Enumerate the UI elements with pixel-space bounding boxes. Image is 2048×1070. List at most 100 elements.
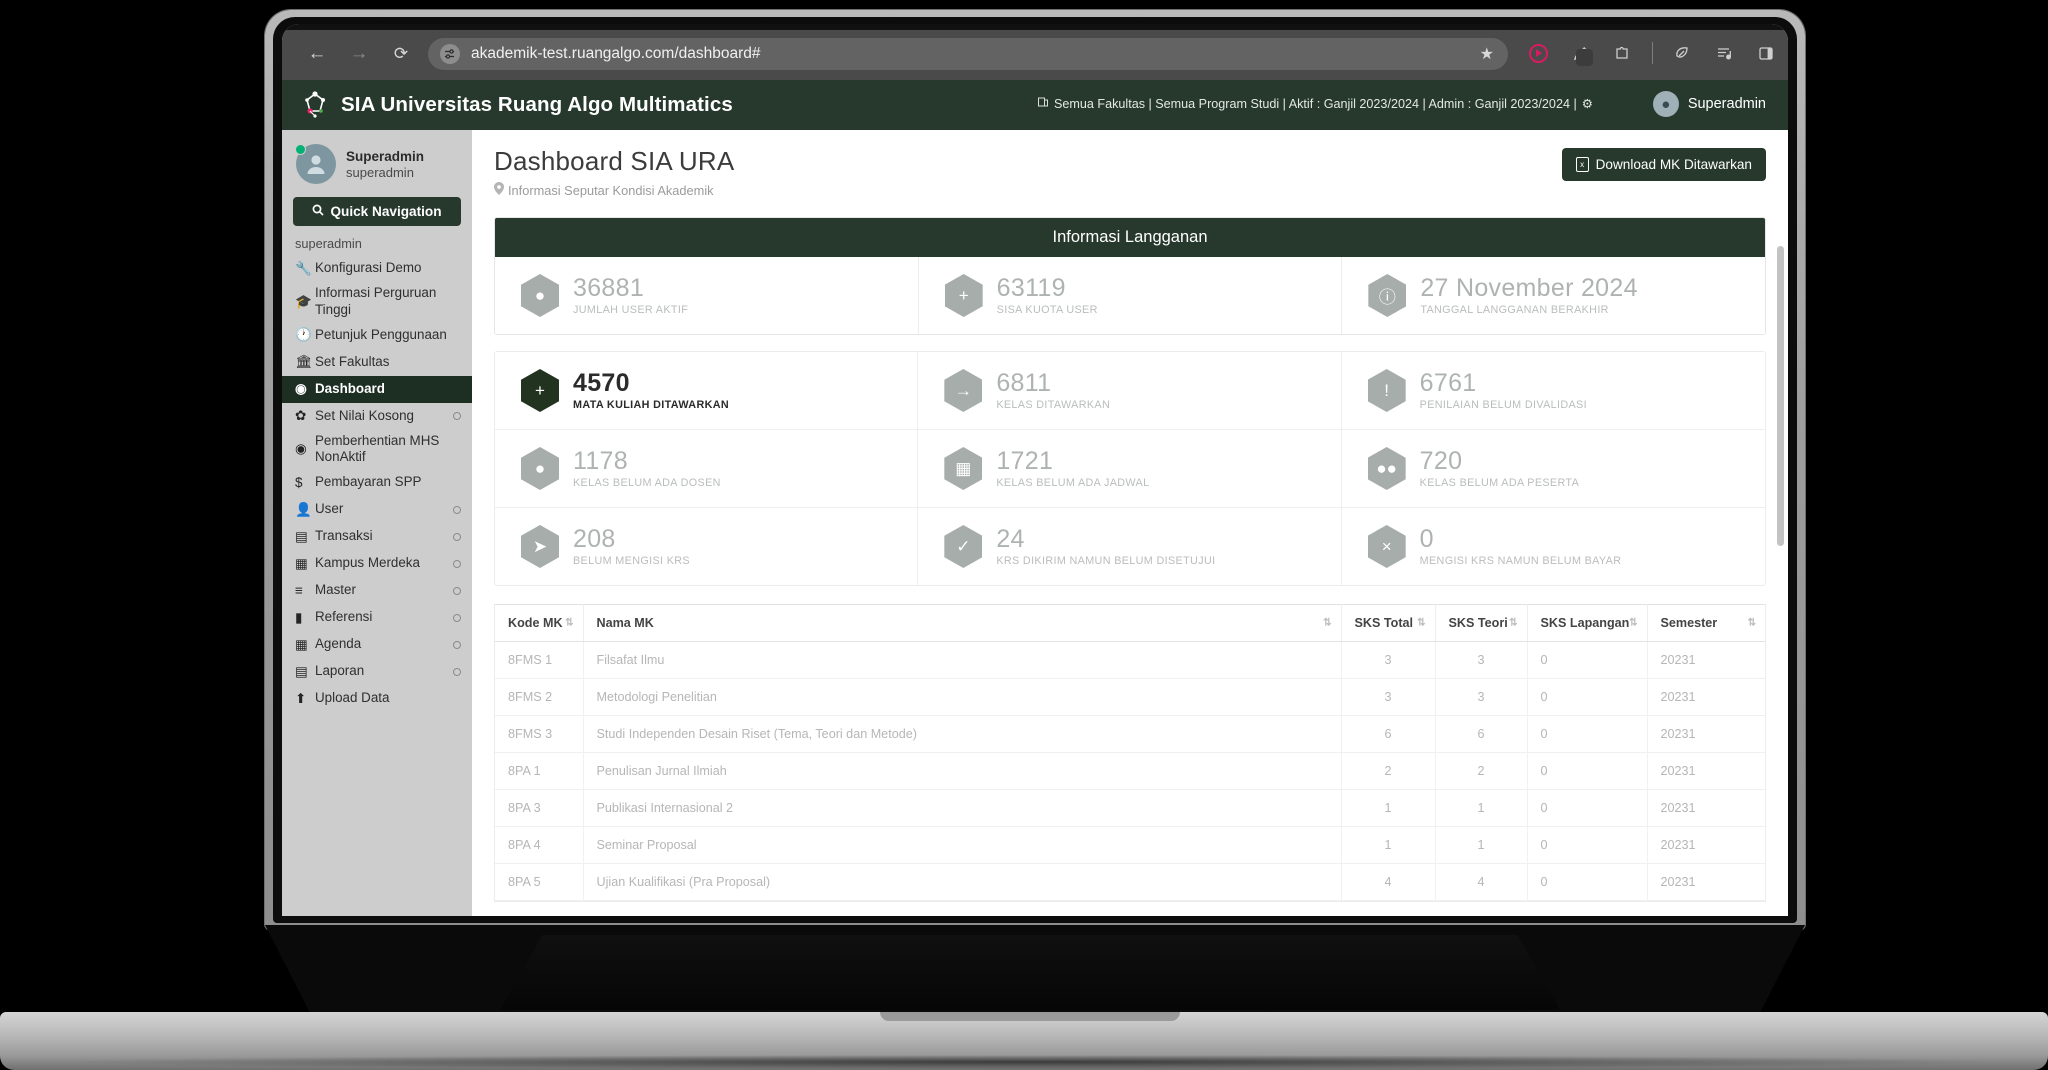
- side-panel-icon[interactable]: [1752, 39, 1780, 67]
- table-cell: 1: [1341, 789, 1436, 827]
- subscription-cell: +63119 SISA KUOTA USER: [919, 257, 1343, 334]
- table-row[interactable]: 8PA 3 Publikasi Internasional 2 1 1 0 20231: [495, 789, 1765, 827]
- sidebar-item-transaksi[interactable]: ▤ Transaksi: [282, 523, 472, 550]
- sidebar-item-agenda[interactable]: ▦ Agenda: [282, 631, 472, 658]
- leaf-icon[interactable]: [1668, 39, 1696, 67]
- reload-button[interactable]: ⟳: [386, 38, 416, 68]
- sidebar-item-konfigurasi-demo[interactable]: 🔧 Konfigurasi Demo: [282, 255, 472, 282]
- sidebar-item-label: Upload Data: [315, 690, 390, 706]
- upload-icon: ⬆: [295, 690, 307, 706]
- forward-button[interactable]: →: [344, 38, 374, 68]
- table-column-header[interactable]: SKS Lapangan ⇅: [1527, 604, 1648, 642]
- back-button[interactable]: ←: [302, 38, 332, 68]
- sort-arrows-icon[interactable]: ⇅: [1748, 618, 1756, 629]
- table-column-header[interactable]: Semester ⇅: [1647, 604, 1765, 642]
- sidebar-item-user[interactable]: 👤 User: [282, 496, 472, 523]
- main-scrollbar[interactable]: [1777, 246, 1784, 916]
- table-cell: 8PA 1: [495, 752, 584, 790]
- table-cell: Ujian Kualifikasi (Pra Proposal): [583, 863, 1342, 901]
- sort-arrows-icon[interactable]: ⇅: [1323, 618, 1331, 629]
- submenu-indicator-icon: [453, 559, 461, 568]
- table-row[interactable]: 8PA 1 Penulisan Jurnal Ilmiah 2 2 0 20231: [495, 752, 1765, 790]
- table-column-label: SKS Teori: [1448, 616, 1508, 630]
- sidebar-item-laporan[interactable]: ▤ Laporan: [282, 658, 472, 685]
- subscription-label: JUMLAH USER AKTIF: [573, 304, 689, 317]
- app-logo-icon: [300, 90, 330, 120]
- table-column-header[interactable]: SKS Teori ⇅: [1435, 604, 1528, 642]
- sidebar-item-kampus-merdeka[interactable]: ▦ Kampus Merdeka: [282, 550, 472, 577]
- table-cell: 6: [1341, 715, 1436, 753]
- table-cell: 2: [1435, 752, 1528, 790]
- table-cell: 6: [1435, 715, 1528, 753]
- table-cell: 0: [1527, 715, 1648, 753]
- table-row[interactable]: 8FMS 2 Metodologi Penelitian 3 3 0 20231: [495, 678, 1765, 716]
- playlist-icon[interactable]: [1710, 39, 1738, 67]
- table-cell: 0: [1527, 752, 1648, 790]
- sidebar-item-upload-data[interactable]: ⬆ Upload Data: [282, 685, 472, 712]
- sort-arrows-icon[interactable]: ⇅: [1509, 618, 1517, 629]
- file-icon: ▮: [295, 609, 303, 625]
- stat-value: 720: [1419, 446, 1463, 475]
- download-mk-button[interactable]: x Download MK Ditawarkan: [1561, 148, 1766, 181]
- report-icon: ▤: [295, 663, 308, 679]
- sidebar-item-pembayaran-spp[interactable]: $ Pembayaran SPP: [282, 469, 472, 496]
- gear-icon[interactable]: ⚙: [1582, 96, 1593, 111]
- sidebar-item-master[interactable]: ≡ Master: [282, 577, 472, 604]
- sort-arrows-icon[interactable]: ⇅: [1629, 618, 1637, 629]
- sidebar-section-label: superadmin: [295, 236, 362, 251]
- stat-card[interactable]: ▦ 1721 KELAS BELUM ADA JADWAL: [918, 430, 1342, 508]
- stat-card[interactable]: ➤ 208 BELUM MENGISI KRS: [495, 508, 919, 585]
- table-row[interactable]: 8FMS 1 Filsafat Ilmu 3 3 0 20231: [495, 641, 1765, 679]
- bookmark-star-icon[interactable]: ★: [1480, 44, 1494, 64]
- puzzle-icon[interactable]: [1608, 39, 1636, 67]
- stat-card[interactable]: → 6811 KELAS DITAWARKAN: [918, 352, 1342, 430]
- table-column-header[interactable]: SKS Total ⇅: [1341, 604, 1436, 642]
- sidebar-item-referensi[interactable]: ▮ Referensi: [282, 604, 472, 631]
- header-user-menu[interactable]: ● Superadmin: [1652, 91, 1766, 117]
- user-icon: ●: [521, 447, 559, 490]
- table-cell: 20231: [1647, 678, 1765, 716]
- gear-icon: ✿: [295, 408, 307, 423]
- users-group-icon: ●●: [1367, 447, 1406, 490]
- laptop-keyboard: [500, 935, 1560, 1010]
- table-row[interactable]: 8PA 5 Ujian Kualifikasi (Pra Proposal) 4 4 0…: [495, 863, 1765, 901]
- record-icon[interactable]: [1524, 39, 1552, 67]
- calendar-icon: ▦: [295, 555, 308, 571]
- quick-navigation-button[interactable]: Quick Navigation: [293, 197, 461, 226]
- stat-card[interactable]: ● 1178 KELAS BELUM ADA DOSEN: [495, 430, 919, 508]
- table-column-header[interactable]: Kode MK ⇅: [495, 604, 584, 642]
- submenu-indicator-icon: [453, 613, 461, 622]
- address-bar[interactable]: akademik-test.ruangalgo.com/dashboard# ★: [428, 38, 1508, 70]
- header-meta-text: Semua Fakultas | Semua Program Studi | A…: [1054, 96, 1577, 111]
- table-cell: 1: [1435, 789, 1528, 827]
- subscription-cells: ● 36881 JUMLAH USER AKTIF +63119 SISA KUOTA …: [495, 257, 1765, 334]
- sidebar-item-set-nilai-kosong[interactable]: ✿ Set Nilai Kosong: [282, 403, 472, 430]
- stat-card[interactable]: ! 6761 PENILAIAN BELUM DIVALIDASI: [1341, 352, 1765, 430]
- sidebar-item-set-fakultas[interactable]: 🏛 Set Fakultas: [282, 349, 472, 376]
- scrollbar-thumb[interactable]: [1777, 246, 1784, 546]
- sort-arrows-icon[interactable]: ⇅: [565, 618, 573, 629]
- page-header: Dashboard SIA URA Informasi Seputar Kond…: [472, 130, 1788, 198]
- dollar-icon: $: [295, 475, 303, 490]
- table-column-header[interactable]: Nama MK ⇅: [583, 604, 1342, 642]
- stat-card[interactable]: +4570 MATA KULIAH DITAWARKAN: [495, 352, 919, 430]
- stat-card[interactable]: ✓ 24 KRS DIKIRIM NAMUN BELUM DISETUJUI: [918, 508, 1342, 585]
- stat-label: BELUM MENGISI KRS: [573, 555, 690, 568]
- table-row[interactable]: 8PA 4 Seminar Proposal 1 1 0 20231: [495, 826, 1765, 864]
- pen-icon[interactable]: [1566, 39, 1594, 67]
- table-cell: 3: [1341, 641, 1436, 679]
- stat-card[interactable]: × 0 MENGISI KRS NAMUN BELUM BAYAR: [1342, 508, 1765, 585]
- sidebar-item-pemberhentian-mhs-nonaktif[interactable]: ◉ Pemberhentian MHS NonAktif: [282, 430, 472, 470]
- site-settings-icon[interactable]: [440, 44, 460, 64]
- sidebar-item-dashboard[interactable]: ◉ Dashboard: [282, 375, 472, 403]
- table-cell: 20231: [1647, 752, 1765, 790]
- sort-arrows-icon[interactable]: ⇅: [1417, 618, 1425, 629]
- table-row[interactable]: 8FMS 3 Studi Independen Desain Riset (Tem…: [495, 715, 1765, 753]
- stat-card[interactable]: ●● 720 KELAS BELUM ADA PESERTA: [1341, 430, 1765, 508]
- sidebar-profile[interactable]: Superadmin superadmin: [282, 130, 472, 184]
- table-cell: 3: [1435, 678, 1528, 716]
- person-icon: 👤: [295, 501, 312, 517]
- sidebar-item-petunjuk-penggunaan[interactable]: 🕐 Petunjuk Penggunaan: [282, 322, 472, 349]
- table-cell: 3: [1435, 641, 1528, 679]
- sidebar-item-informasi-perguruan-tinggi[interactable]: 🎓 Informasi Perguruan Tinggi: [282, 282, 472, 322]
